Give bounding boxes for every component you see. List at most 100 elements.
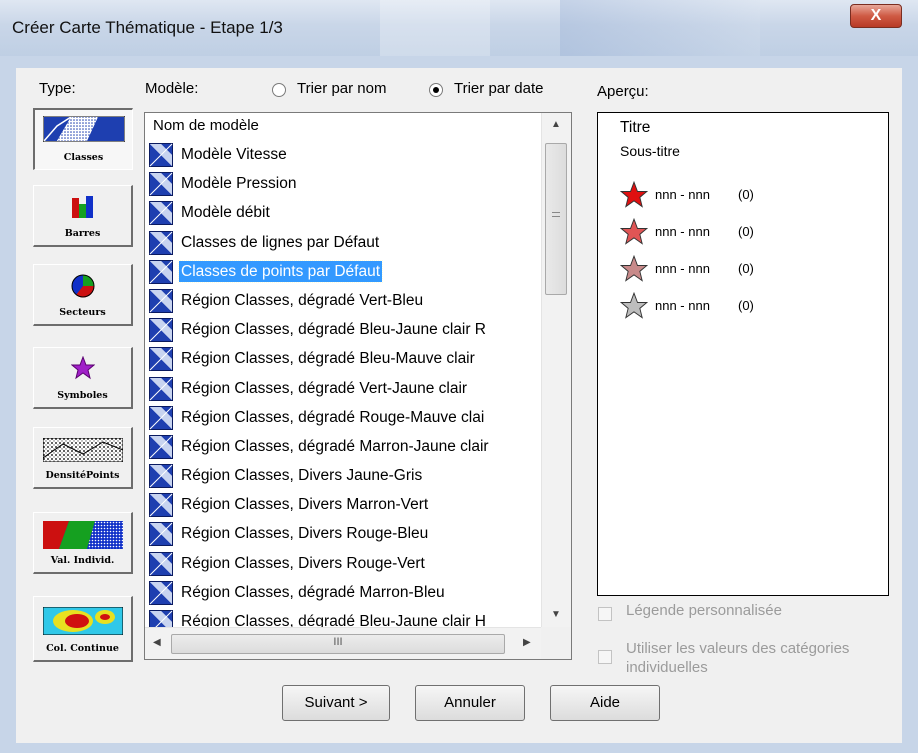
type-button-dot-density[interactable]: DensitéPoints (33, 427, 133, 489)
legend-range: nnn - nnn (655, 298, 710, 313)
list-item[interactable]: Région Classes, Divers Jaune-Gris (147, 461, 539, 490)
model-icon (149, 376, 173, 401)
list-item-label: Région Classes, Divers Jaune-Gris (181, 467, 423, 485)
list-item[interactable]: Région Classes, dégradé Bleu-Mauve clair (147, 344, 539, 373)
sort-by-date-label[interactable]: Trier par date (454, 80, 543, 97)
title-bar[interactable]: Créer Carte Thématique - Etape 1/3 X (0, 0, 918, 56)
model-icon (149, 493, 173, 518)
list-item-label: Modèle débit (181, 204, 270, 222)
type-caption: Classes (63, 152, 104, 163)
model-list[interactable]: Nom de modèle Modèle Vitesse Modèle Press… (144, 112, 572, 660)
list-item[interactable]: Région Classes, Divers Rouge-Bleu (147, 519, 539, 548)
vertical-scroll-thumb[interactable] (545, 143, 567, 295)
scroll-up-arrow-icon[interactable]: ▲ (551, 119, 561, 130)
list-header-model-name[interactable]: Nom de modèle (145, 113, 541, 139)
legend-star-icon (619, 217, 649, 249)
list-item[interactable]: Région Classes, Divers Marron-Vert (147, 490, 539, 519)
legend-range: nnn - nnn (655, 261, 710, 276)
list-item[interactable]: Modèle Vitesse (147, 140, 539, 169)
type-label: Type: (39, 80, 76, 97)
bars-chart-icon (70, 194, 96, 221)
use-category-values-line2: individuelles (626, 659, 708, 676)
scroll-right-arrow-icon[interactable]: ▶ (523, 637, 531, 648)
list-item-label: Région Classes, Divers Rouge-Vert (181, 554, 425, 572)
list-item[interactable]: Modèle Pression (147, 169, 539, 198)
sort-by-date-radio[interactable] (429, 83, 443, 97)
scroll-grip: III (333, 636, 343, 648)
scroll-down-arrow-icon[interactable]: ▼ (551, 609, 561, 620)
help-button[interactable]: Aide (550, 685, 660, 721)
list-item-label: Région Classes, dégradé Bleu-Jaune clair… (181, 321, 486, 339)
list-item-label: Région Classes, Divers Marron-Vert (181, 496, 429, 514)
preview-title: Titre (620, 119, 651, 136)
type-button-continuous-color[interactable]: Col. Continue (33, 596, 133, 662)
scroll-corner (541, 627, 571, 659)
dialog-window: Créer Carte Thématique - Etape 1/3 X Typ… (0, 0, 918, 753)
list-item[interactable]: Région Classes, dégradé Vert-Jaune clair (147, 374, 539, 403)
legend-star-icon (619, 254, 649, 286)
legend-count: (0) (738, 298, 754, 313)
horizontal-scroll-thumb[interactable]: III (171, 634, 505, 654)
model-icon (149, 318, 173, 343)
model-list-rows: Modèle Vitesse Modèle Pression Modèle débi… (147, 140, 539, 636)
custom-legend-label[interactable]: Légende personnalisée (626, 602, 782, 619)
model-label: Modèle: (145, 80, 199, 97)
use-category-values-label[interactable]: Utiliser les valeurs des catégories indi… (626, 639, 849, 677)
list-item-label: Modèle Vitesse (181, 146, 287, 163)
list-item-label: Modèle Pression (181, 175, 297, 193)
list-item[interactable]: Région Classes, dégradé Rouge-Mauve clai (147, 403, 539, 432)
model-icon (149, 201, 173, 226)
custom-legend-checkbox[interactable] (598, 607, 612, 621)
continuous-color-icon (42, 606, 123, 638)
type-caption: Symboles (57, 390, 108, 401)
vertical-scrollbar[interactable]: ▲ ▼ (541, 113, 571, 627)
type-caption: Secteurs (59, 307, 106, 318)
model-icon (149, 259, 173, 284)
preview-panel: Titre Sous-titre nnn - nnn (0) nnn - nnn (0… (597, 112, 889, 596)
horizontal-scrollbar[interactable]: ◀ III ▶ (145, 627, 541, 659)
model-icon (149, 405, 173, 430)
use-category-values-checkbox[interactable] (598, 650, 612, 664)
legend-count: (0) (738, 224, 754, 239)
window-title: Créer Carte Thématique - Etape 1/3 (12, 18, 283, 37)
list-item-label: Région Classes, dégradé Marron-Jaune cla… (181, 437, 489, 455)
model-icon (149, 551, 173, 576)
list-item[interactable]: Région Classes, Divers Rouge-Vert (147, 549, 539, 578)
model-icon (149, 580, 173, 605)
list-item-label: Région Classes, dégradé Bleu-Mauve clair (181, 350, 475, 368)
list-item[interactable]: Modèle débit (147, 198, 539, 227)
type-caption: Barres (64, 228, 101, 239)
list-item-label: Région Classes, dégradé Vert-Jaune clair (181, 379, 468, 397)
list-item[interactable]: Région Classes, dégradé Vert-Bleu (147, 286, 539, 315)
legend-star-icon (619, 291, 649, 323)
type-button-classes[interactable]: Classes (33, 108, 133, 170)
star-symbol-icon (70, 355, 95, 383)
legend-star-icon (619, 180, 649, 212)
type-button-symbols[interactable]: Symboles (33, 347, 133, 409)
next-button[interactable]: Suivant > (282, 685, 390, 721)
model-icon (149, 143, 173, 167)
type-caption: Val. Individ. (50, 555, 115, 566)
list-item[interactable]: Région Classes, dégradé Marron-Bleu (147, 578, 539, 607)
model-icon (149, 522, 173, 547)
legend-range: nnn - nnn (655, 187, 710, 202)
list-item[interactable]: Région Classes, dégradé Marron-Jaune cla… (147, 432, 539, 461)
list-item[interactable]: Classes de lignes par Défaut (147, 228, 539, 257)
cancel-button[interactable]: Annuler (415, 685, 525, 721)
list-item[interactable]: Classes de points par Défaut (147, 257, 539, 286)
legend-count: (0) (738, 187, 754, 202)
sort-by-name-label[interactable]: Trier par nom (297, 80, 386, 97)
type-button-sectors[interactable]: Secteurs (33, 264, 133, 326)
type-button-bars[interactable]: Barres (33, 185, 133, 247)
list-item-label: Région Classes, dégradé Marron-Bleu (181, 583, 445, 601)
scroll-left-arrow-icon[interactable]: ◀ (153, 637, 161, 648)
classes-icon (42, 115, 125, 145)
preview-subtitle: Sous-titre (620, 143, 680, 159)
list-item-label: Région Classes, Divers Rouge-Bleu (181, 525, 429, 543)
model-icon (149, 464, 173, 489)
close-button[interactable]: X (850, 4, 902, 28)
list-item[interactable]: Région Classes, dégradé Bleu-Jaune clair… (147, 315, 539, 344)
sort-by-name-radio[interactable] (272, 83, 286, 97)
type-button-individual-values[interactable]: Val. Individ. (33, 512, 133, 574)
list-item-label: Classes de lignes par Défaut (181, 233, 380, 251)
